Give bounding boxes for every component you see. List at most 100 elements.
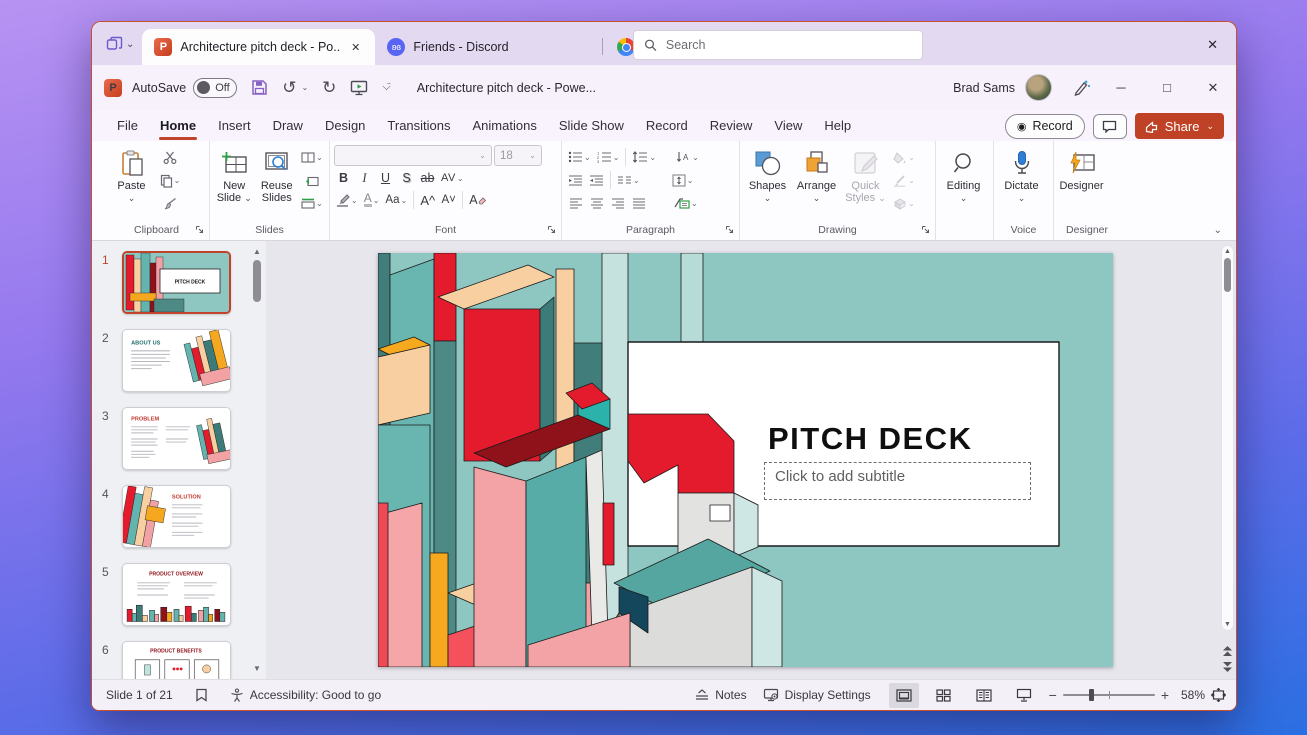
editing-button[interactable]: Editing ⌄	[940, 145, 987, 204]
user-avatar[interactable]	[1025, 74, 1052, 101]
normal-view-button[interactable]	[889, 683, 919, 708]
ribbon-tab-review[interactable]: Review	[699, 112, 764, 139]
ribbon-tab-file[interactable]: File	[106, 112, 149, 139]
align-right-button[interactable]	[608, 193, 627, 213]
customize-qat-icon[interactable]: ⌵̄	[382, 82, 390, 93]
text-shadow-button[interactable]: S	[397, 168, 416, 188]
format-painter-button[interactable]	[157, 193, 183, 214]
decrease-indent-button[interactable]	[566, 170, 585, 190]
slide-layout-button[interactable]: ⌄	[299, 147, 325, 168]
font-color-button[interactable]: A ⌄	[362, 190, 382, 210]
reuse-slides-button[interactable]: ReuseSlides	[257, 145, 298, 204]
zoom-level[interactable]: 58%	[1175, 688, 1205, 702]
font-size-combo[interactable]: 18⌄	[494, 145, 542, 166]
zoom-in-button[interactable]: +	[1161, 688, 1169, 702]
cut-button[interactable]	[157, 147, 183, 168]
align-center-button[interactable]	[587, 193, 606, 213]
scroll-down-icon[interactable]: ▼	[253, 664, 261, 673]
autosave-toggle[interactable]: Off	[193, 78, 237, 98]
redo-icon[interactable]: ↻	[322, 79, 336, 96]
paste-button[interactable]: Paste ⌄	[108, 145, 155, 204]
align-left-button[interactable]	[566, 193, 585, 213]
slide-thumbnail-1[interactable]: PITCH DECK	[122, 251, 231, 314]
notes-button[interactable]: Notes	[695, 688, 746, 702]
shape-effects-button[interactable]: ⌄	[891, 193, 917, 214]
ribbon-tab-transitions[interactable]: Transitions	[376, 112, 461, 139]
chevron-down-icon[interactable]: ⌄	[301, 83, 308, 92]
decrease-font-button[interactable]: A˅	[439, 190, 458, 210]
reading-view-button[interactable]	[969, 683, 999, 708]
slide-thumbnail-3[interactable]: PROBLEM	[122, 407, 231, 470]
numbering-button[interactable]: 123⌄	[595, 147, 622, 167]
record-button[interactable]: ◉ Record	[1005, 114, 1085, 139]
line-spacing-button[interactable]: ⌄	[630, 147, 658, 167]
search-input[interactable]	[666, 38, 912, 52]
ribbon-tab-animations[interactable]: Animations	[462, 112, 548, 139]
minimize-button[interactable]: ─	[1098, 65, 1144, 110]
window-tab-powerpoint[interactable]: P Architecture pitch deck - Po... ✕	[142, 29, 375, 65]
slide-thumbnail-5[interactable]: PRODUCT OVERVIEW	[122, 563, 231, 626]
previous-slide-button[interactable]	[1222, 645, 1233, 657]
comments-button[interactable]	[1093, 114, 1127, 139]
accessibility-status[interactable]: Accessibility: Good to go	[230, 688, 381, 702]
increase-indent-button[interactable]	[587, 170, 606, 190]
smartart-button[interactable]: ⌄	[672, 193, 700, 213]
shapes-button[interactable]: Shapes ⌄	[744, 145, 791, 204]
columns-button[interactable]: ⌄	[615, 170, 642, 190]
ribbon-tab-insert[interactable]: Insert	[207, 112, 262, 139]
undo-icon[interactable]: ↺	[282, 79, 296, 96]
dialog-launcher-icon[interactable]	[195, 225, 204, 234]
ribbon-tab-view[interactable]: View	[763, 112, 813, 139]
underline-button[interactable]: U	[376, 168, 395, 188]
new-slide-button[interactable]: NewSlide ⌄	[214, 145, 255, 204]
dialog-launcher-icon[interactable]	[921, 225, 930, 234]
slide-sorter-view-button[interactable]	[929, 683, 959, 708]
copy-button[interactable]: ⌄	[157, 170, 183, 191]
slide-title-text[interactable]: PITCH DECK	[768, 421, 972, 457]
collapse-ribbon-icon[interactable]: ⌄	[1214, 225, 1222, 236]
dialog-launcher-icon[interactable]	[725, 225, 734, 234]
ribbon-tab-help[interactable]: Help	[813, 112, 862, 139]
highlight-color-button[interactable]: ⌄	[334, 190, 360, 210]
window-tab-discord[interactable]: ʚɞ Friends - Discord	[375, 29, 600, 65]
start-slideshow-icon[interactable]	[350, 80, 368, 96]
dialog-launcher-icon[interactable]	[547, 225, 556, 234]
section-button[interactable]: ⌄	[299, 193, 325, 214]
font-name-combo[interactable]: ⌄	[334, 145, 492, 166]
ribbon-tab-draw[interactable]: Draw	[262, 112, 314, 139]
subtitle-placeholder[interactable]: Click to add subtitle	[764, 462, 1031, 500]
fit-to-window-icon[interactable]	[1211, 688, 1226, 702]
window-tabs-menu-button[interactable]: ⌄	[92, 36, 142, 65]
tabstrip-close-button[interactable]: ✕	[1207, 37, 1236, 65]
slide-thumbnail-2[interactable]: ABOUT US	[122, 329, 231, 392]
shape-outline-button[interactable]: ⌄	[891, 170, 917, 191]
slide-editor[interactable]: PITCH DECK Click to add subtitle	[378, 253, 1113, 667]
ribbon-tab-record[interactable]: Record	[635, 112, 699, 139]
scroll-down-icon[interactable]: ▼	[1224, 621, 1231, 628]
zoom-out-button[interactable]: −	[1049, 688, 1057, 702]
italic-button[interactable]: I	[355, 168, 374, 188]
next-slide-button[interactable]	[1222, 661, 1233, 673]
zoom-slider[interactable]	[1063, 694, 1155, 696]
strikethrough-button[interactable]: ab	[418, 168, 437, 188]
search-box[interactable]	[633, 30, 923, 60]
share-button[interactable]: Share ⌄	[1135, 113, 1224, 139]
align-text-button[interactable]: ⌄	[670, 170, 696, 190]
scrollbar-thumb[interactable]	[1224, 258, 1231, 292]
maximize-button[interactable]: □	[1144, 65, 1190, 110]
scrollbar-thumb[interactable]	[253, 260, 261, 302]
change-case-button[interactable]: Aa⌄	[383, 190, 409, 210]
ribbon-tab-design[interactable]: Design	[314, 112, 376, 139]
tab-close-icon[interactable]: ✕	[348, 39, 363, 56]
dictate-button[interactable]: Dictate ⌄	[998, 145, 1045, 204]
shape-fill-button[interactable]: ⌄	[891, 147, 917, 168]
slide-thumbnail-6[interactable]: PRODUCT BENEFITS	[122, 641, 231, 679]
theme-button[interactable]	[195, 688, 208, 702]
draw-sparkle-icon[interactable]	[1070, 77, 1092, 99]
slide-thumbnail-4[interactable]: SOLUTION	[122, 485, 231, 548]
justify-button[interactable]	[629, 193, 648, 213]
close-button[interactable]: ✕	[1190, 65, 1236, 110]
reset-slide-button[interactable]	[299, 170, 325, 191]
arrange-button[interactable]: Arrange ⌄	[793, 145, 840, 204]
increase-font-button[interactable]: A^	[418, 190, 437, 210]
